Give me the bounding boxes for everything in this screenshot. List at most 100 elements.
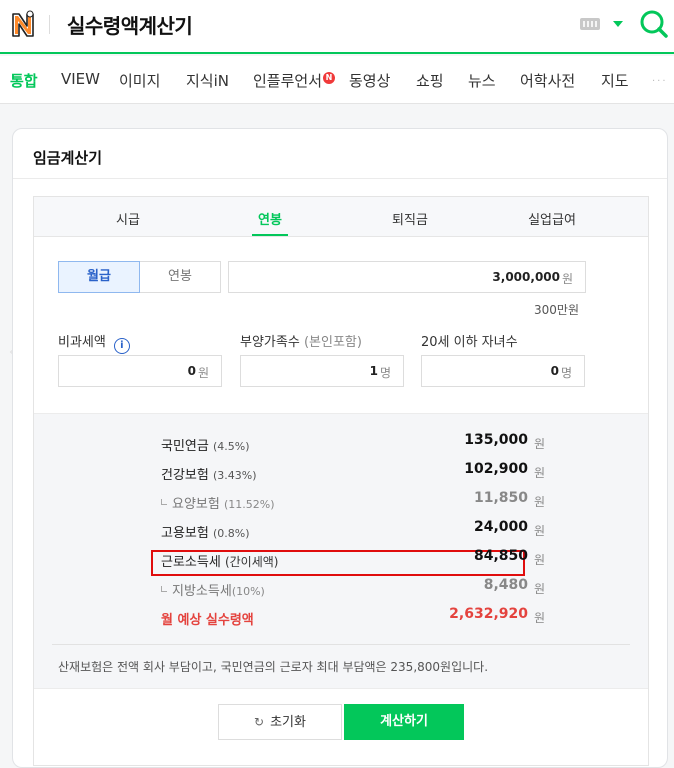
- chevron-down-icon[interactable]: [613, 21, 623, 27]
- dependents-label-note: (본인포함): [303, 335, 362, 350]
- result-value: 24,000: [473, 519, 528, 535]
- children-input[interactable]: 0 명: [421, 355, 585, 387]
- result-unit: 원: [534, 495, 546, 509]
- result-label-text: 근로소득세: [161, 555, 221, 570]
- sub-item-icon: [161, 499, 167, 505]
- active-tab-indicator: [252, 234, 288, 236]
- tab-influencer-label: 인플루언서: [253, 72, 323, 90]
- dependents-label-text: 부양가족수: [240, 335, 300, 350]
- refresh-icon: ↻: [254, 715, 265, 729]
- subtab-severance[interactable]: 퇴직금: [392, 209, 428, 228]
- tab-video[interactable]: 동영상: [349, 70, 390, 91]
- tab-images[interactable]: 이미지: [119, 70, 160, 91]
- result-rate: (10%): [231, 585, 265, 598]
- dependents-input[interactable]: 1 명: [240, 355, 404, 387]
- result-label: 요양보험 (11.52%): [161, 493, 275, 512]
- children-label: 20세 이하 자녀수: [421, 335, 518, 350]
- divider: [52, 644, 630, 645]
- result-rate: (0.8%): [212, 527, 250, 540]
- result-label: 건강보험 (3.43%): [161, 464, 257, 483]
- result-unit: 원: [534, 466, 546, 480]
- salary-hint: 300만원: [534, 303, 579, 317]
- result-label: 국민연금 (4.5%): [161, 435, 250, 454]
- tab-shopping[interactable]: 쇼핑: [416, 70, 444, 91]
- result-label-text: 지방소득세: [172, 584, 232, 599]
- tab-influencer[interactable]: 인플루언서 N: [253, 70, 336, 91]
- tab-dictionary[interactable]: 어학사전: [520, 70, 575, 91]
- result-panel: 국민연금 (4.5%) 135,000 원 건강보험 (3.43%) 102,9…: [34, 413, 648, 689]
- nontax-label-text: 비과세액: [58, 335, 106, 350]
- children-unit: 명: [560, 366, 572, 380]
- reset-button[interactable]: ↻ 초기화: [218, 704, 342, 740]
- divider: [13, 178, 667, 179]
- card-title: 임금계산기: [33, 149, 103, 167]
- search-query[interactable]: 실수령액계산기: [67, 10, 193, 39]
- result-label-text: 고용보험: [161, 526, 209, 541]
- result-label-text: 건강보험: [161, 468, 209, 483]
- result-value: 8,480: [483, 577, 528, 593]
- children-value: 0: [550, 364, 559, 378]
- search-icon[interactable]: [638, 8, 670, 40]
- tab-map[interactable]: 지도: [601, 70, 629, 91]
- nontax-value: 0: [187, 364, 196, 378]
- monthly-toggle[interactable]: 월급: [58, 261, 140, 293]
- result-label-text: 국민연금: [161, 439, 209, 454]
- net-pay-label: 월 예상 실수령액: [161, 613, 254, 628]
- header-divider: [49, 15, 50, 34]
- result-rate: (간이세액): [224, 555, 279, 569]
- nontax-label: 비과세액 i: [58, 331, 130, 354]
- calculate-button[interactable]: 계산하기: [344, 704, 464, 740]
- result-unit: 원: [534, 553, 546, 567]
- result-row: 고용보험 (0.8%) 24,000 원: [34, 519, 648, 541]
- tab-integrated[interactable]: 통합: [10, 70, 38, 91]
- result-unit: 원: [534, 437, 546, 451]
- result-rate: (4.5%): [212, 440, 250, 453]
- result-row: 근로소득세 (간이세액) 84,850 원: [34, 548, 648, 570]
- keyboard-icon[interactable]: [580, 18, 600, 30]
- footnote: 산재보험은 전액 회사 부담이고, 국민연금의 근로자 최대 부담액은 235,…: [58, 660, 489, 674]
- subtab-annual-salary[interactable]: 연봉: [258, 209, 282, 228]
- result-value: 84,850: [473, 548, 528, 564]
- result-value: 135,000: [464, 432, 528, 448]
- result-row: 월 예상 실수령액 2,632,920 원: [34, 606, 648, 628]
- search-tabs: 통합 VIEW 이미지 지식iN 인플루언서 N 동영상 쇼핑 뉴스 어학사전 지…: [0, 56, 674, 104]
- tab-news[interactable]: 뉴스: [468, 70, 496, 91]
- dependents-label: 부양가족수 (본인포함): [240, 331, 362, 350]
- reset-label: 초기화: [270, 715, 306, 730]
- net-pay-value: 2,632,920: [449, 606, 528, 622]
- result-unit: 원: [534, 524, 546, 538]
- subtab-unemployment[interactable]: 실업급여: [528, 209, 576, 228]
- salary-value: 3,000,000: [492, 270, 560, 284]
- result-value: 102,900: [464, 461, 528, 477]
- dependents-value: 1: [369, 364, 378, 378]
- result-row: 건강보험 (3.43%) 102,900 원: [34, 461, 648, 483]
- calculator-panel: 시급 연봉 퇴직금 실업급여 월급 연봉 3,000,000 원 300만원 비…: [33, 196, 649, 766]
- search-header: 실수령액계산기: [0, 0, 674, 54]
- salary-input[interactable]: 3,000,000 원: [228, 261, 586, 293]
- annual-toggle[interactable]: 연봉: [139, 261, 221, 293]
- result-label: 지방소득세(10%): [161, 580, 265, 599]
- new-badge: N: [323, 72, 336, 84]
- nontax-input[interactable]: 0 원: [58, 355, 222, 387]
- result-row: 지방소득세(10%) 8,480 원: [34, 577, 648, 599]
- tab-knowledge[interactable]: 지식iN: [186, 70, 229, 91]
- tab-view[interactable]: VIEW: [61, 70, 100, 88]
- result-rate: (11.52%): [223, 498, 275, 511]
- nontax-unit: 원: [197, 366, 209, 380]
- result-row: 요양보험 (11.52%) 11,850 원: [34, 490, 648, 512]
- subtab-hourly[interactable]: 시급: [116, 209, 140, 228]
- result-unit: 원: [534, 582, 546, 596]
- dependents-unit: 명: [379, 366, 391, 380]
- wage-calculator-card: 임금계산기 시급 연봉 퇴직금 실업급여 월급 연봉 3,000,000 원 3…: [12, 128, 668, 768]
- result-value: 11,850: [473, 490, 528, 506]
- result-label-text: 요양보험: [172, 497, 220, 512]
- naver-logo-icon[interactable]: [10, 10, 36, 38]
- result-label: 근로소득세 (간이세액): [161, 551, 278, 570]
- result-label: 고용보험 (0.8%): [161, 522, 250, 541]
- result-unit: 원: [534, 611, 546, 625]
- sub-item-icon: [161, 586, 167, 592]
- calculator-tabs: 시급 연봉 퇴직금 실업급여: [34, 197, 648, 237]
- salary-unit: 원: [561, 272, 573, 286]
- more-tabs-icon[interactable]: ···: [652, 76, 668, 87]
- info-icon[interactable]: i: [113, 338, 130, 354]
